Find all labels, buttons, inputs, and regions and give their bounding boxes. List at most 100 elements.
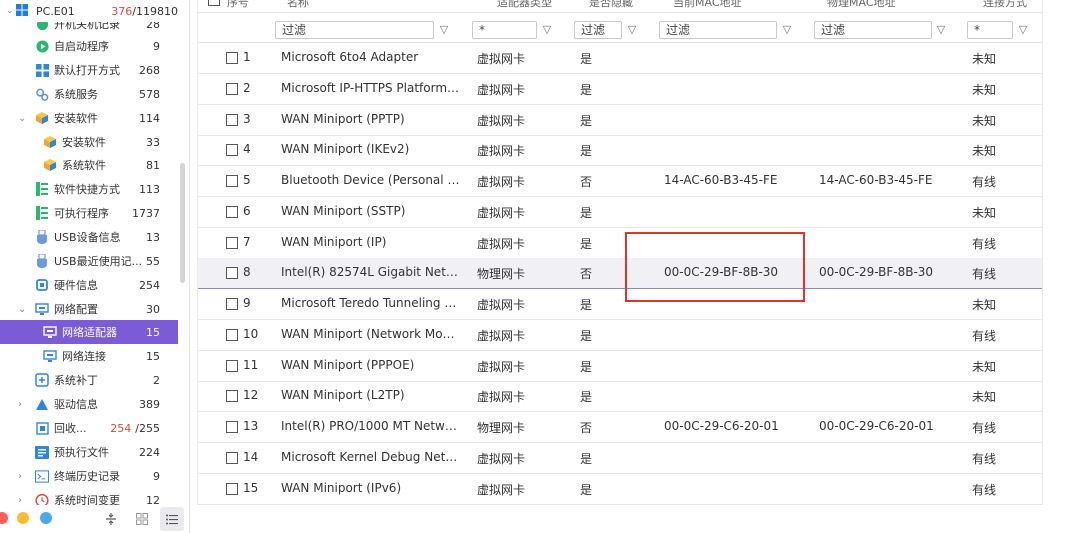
table-row[interactable]: 4 WAN Miniport (IKEv2) 虚拟网卡 是 未知 — [197, 135, 1042, 166]
chevron-down-icon[interactable]: ⌄ — [18, 113, 28, 124]
row-checkbox[interactable] — [226, 421, 238, 433]
sidebar-item[interactable]: 系统服务 578 — [0, 82, 178, 106]
header-name[interactable]: 名称 — [287, 0, 309, 10]
row-checkbox[interactable] — [226, 483, 238, 495]
header-type[interactable]: 适配器类型 — [497, 0, 552, 10]
cell-pmac: 14-AC-60-B3-45-FE — [819, 173, 933, 187]
cell-hidden: 是 — [580, 298, 593, 312]
header-mac[interactable]: 当前MAC地址 — [673, 0, 742, 10]
filter-name-input[interactable]: 过滤 — [275, 21, 434, 39]
table-row[interactable]: 1 Microsoft 6to4 Adapter 虚拟网卡 是 未知 — [197, 43, 1042, 74]
sidebar-item[interactable]: 回收... 254/255 — [0, 416, 178, 440]
cell-conn: 未知 — [972, 206, 997, 220]
table-row[interactable]: 13 Intel(R) PRO/1000 MT Network ... 物理网卡 否 0… — [197, 412, 1042, 443]
row-checkbox[interactable] — [226, 175, 238, 187]
table-row[interactable]: 12 WAN Miniport (L2TP) 虚拟网卡 是 未知 — [197, 381, 1042, 412]
apps-icon — [35, 63, 49, 77]
table-row[interactable]: 15 WAN Miniport (IPv6) 虚拟网卡 是 有线 — [197, 474, 1042, 505]
header-no[interactable]: 序号 — [227, 0, 249, 10]
sidebar-item-label: 驱动信息 — [54, 398, 98, 411]
cell-type: 虚拟网卡 — [477, 175, 526, 189]
sidebar-item[interactable]: USB设备信息 13 — [0, 225, 178, 249]
sidebar-item[interactable]: 网络适配器 15 — [0, 320, 178, 344]
sidebar-scrollbar[interactable] — [180, 163, 185, 283]
cell-mac: 14-AC-60-B3-45-FE — [664, 173, 778, 187]
sidebar-item[interactable]: 系统补丁 2 — [0, 368, 178, 392]
sidebar-item-label: 终端历史记录 — [54, 470, 120, 483]
filter-conn-input[interactable]: * — [967, 21, 1013, 39]
table-row[interactable]: 2 Microsoft IP-HTTPS Platform A... 虚拟网卡 是 未知 — [197, 74, 1042, 105]
table-row[interactable]: 6 WAN Miniport (SSTP) 虚拟网卡 是 未知 — [197, 197, 1042, 228]
collapse-icon[interactable] — [99, 507, 123, 531]
sidebar-item[interactable]: 软件快捷方式 113 — [0, 177, 178, 201]
sidebar-item[interactable]: 安装软件 33 — [0, 130, 178, 154]
sidebar-item[interactable]: 系统软件 81 — [0, 153, 178, 177]
table-row[interactable]: 5 Bluetooth Device (Personal Are... 虚拟网卡 否 1… — [197, 166, 1042, 197]
sidebar-item-count: 113 — [139, 182, 160, 196]
filter-hidden-input[interactable]: 过滤 — [574, 21, 622, 39]
sidebar-item-count: 268 — [139, 63, 160, 77]
sidebar-item[interactable]: 默认打开方式 268 — [0, 58, 178, 82]
filter-pmac-input[interactable]: 过滤 — [814, 21, 932, 39]
recycle-icon — [35, 421, 49, 435]
cell-hidden: 是 — [580, 390, 593, 404]
sidebar-item[interactable]: 可执行程序 1737 — [0, 201, 178, 225]
table-row[interactable]: 3 WAN Miniport (PPTP) 虚拟网卡 是 未知 — [197, 105, 1042, 136]
sidebar-item[interactable]: 自启动程序 9 — [0, 34, 178, 58]
sidebar-item[interactable]: USB最近使用记... 55 — [0, 249, 178, 273]
filter-icon[interactable]: ▽ — [540, 21, 554, 37]
chevron-down-icon[interactable]: ⌄ — [18, 304, 28, 315]
row-checkbox[interactable] — [226, 360, 238, 372]
row-checkbox[interactable] — [226, 237, 238, 249]
filter-icon[interactable]: ▽ — [780, 21, 794, 37]
header-conn[interactable]: 连接方式 — [983, 0, 1027, 10]
sidebar-item[interactable]: › 驱动信息 389 — [0, 392, 178, 416]
tree-root-pc[interactable]: ⌄ PC.E01 376/119810 — [0, 0, 178, 22]
row-checkbox[interactable] — [226, 452, 238, 464]
filter-icon[interactable]: ▽ — [1016, 21, 1030, 37]
sidebar-item[interactable]: 网络连接 15 — [0, 344, 178, 368]
sidebar-item[interactable]: › 终端历史记录 9 — [0, 464, 178, 488]
row-checkbox[interactable] — [226, 267, 238, 279]
sidebar-item-label: USB设备信息 — [54, 231, 121, 244]
chevron-right-icon[interactable]: › — [18, 471, 28, 482]
filter-icon[interactable]: ▽ — [437, 21, 451, 37]
chevron-right-icon[interactable]: › — [18, 399, 28, 410]
table-row[interactable]: 14 Microsoft Kernel Debug Netwo... 虚拟网卡 是 有线 — [197, 443, 1042, 474]
sidebar: 开机关机记录 28 ⌄ PC.E01 376/119810 自启动程序 9 默认打开… — [0, 0, 190, 533]
header-hidden[interactable]: 是否隐藏 — [589, 0, 633, 10]
sidebar-item[interactable]: 预执行文件 224 — [0, 440, 178, 464]
table-row[interactable]: 7 WAN Miniport (IP) 虚拟网卡 是 有线 — [197, 228, 1042, 259]
cell-conn: 未知 — [972, 52, 997, 66]
row-checkbox[interactable] — [226, 114, 238, 126]
row-checkbox[interactable] — [226, 144, 238, 156]
filter-type-input[interactable]: * — [472, 21, 537, 39]
row-checkbox[interactable] — [226, 83, 238, 95]
filter-icon[interactable]: ▽ — [934, 21, 948, 37]
filter-mac-input[interactable]: 过滤 — [659, 21, 777, 39]
grid-view-icon[interactable] — [130, 507, 154, 531]
table-row[interactable]: 9 Microsoft Teredo Tunneling Ad... 虚拟网卡 是 未知 — [197, 289, 1042, 320]
row-checkbox[interactable] — [226, 390, 238, 402]
table-row[interactable]: 8 Intel(R) 82574L Gigabit Networ... 物理网卡 否 0… — [197, 258, 1042, 289]
sidebar-item-total: /255 — [135, 421, 160, 435]
chevron-down-icon[interactable]: ⌄ — [6, 6, 16, 16]
sidebar-item[interactable]: ⌄ 安装软件 114 — [0, 106, 178, 130]
row-checkbox[interactable] — [226, 206, 238, 218]
table-row[interactable]: 11 WAN Miniport (PPPOE) 虚拟网卡 是 未知 — [197, 351, 1042, 382]
row-checkbox[interactable] — [226, 52, 238, 64]
sidebar-item[interactable]: ⌄ 网络配置 30 — [0, 297, 178, 321]
sidebar-item-label: 自启动程序 — [54, 40, 109, 53]
select-all-checkbox[interactable] — [208, 0, 220, 6]
list-view-icon[interactable] — [160, 507, 184, 531]
cell-conn: 有线 — [972, 452, 997, 466]
filter-icon[interactable]: ▽ — [625, 21, 639, 37]
row-checkbox[interactable] — [226, 329, 238, 341]
table-row[interactable]: 10 WAN Miniport (Network Monit... 虚拟网卡 是 有线 — [197, 320, 1042, 351]
header-pmac[interactable]: 物理MAC地址 — [827, 0, 896, 10]
row-checkbox[interactable] — [226, 298, 238, 310]
chevron-right-icon[interactable]: › — [18, 495, 28, 506]
adapter-icon — [43, 349, 57, 363]
sidebar-item[interactable]: 硬件信息 254 — [0, 273, 178, 297]
sidebar-item-label: 系统服务 — [54, 88, 98, 101]
